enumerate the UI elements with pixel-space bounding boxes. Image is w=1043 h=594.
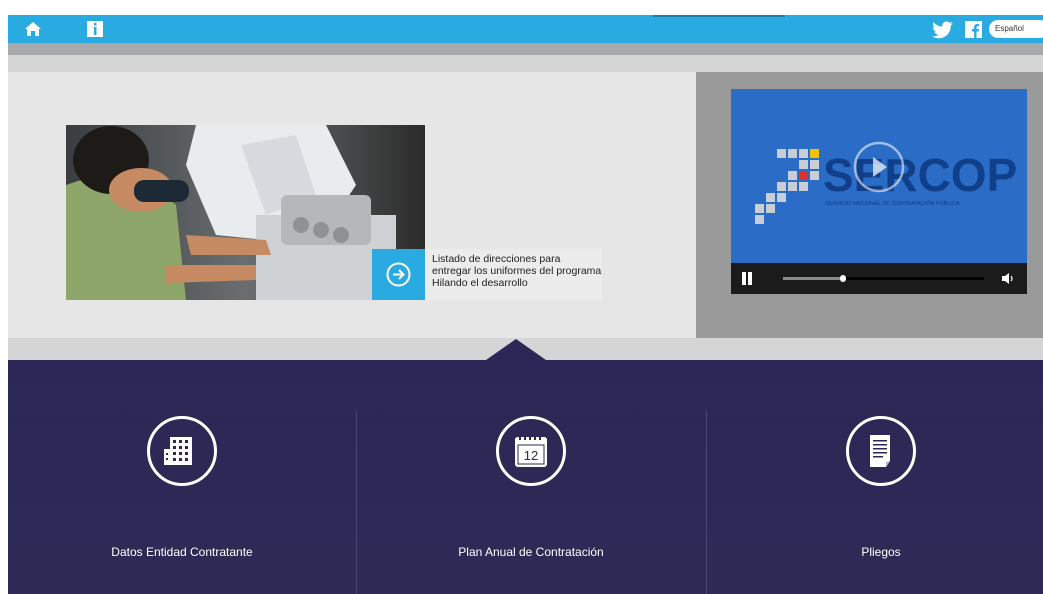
tile-label-pliegos: Pliegos — [861, 545, 901, 559]
language-select[interactable]: Español — [989, 20, 1043, 38]
volume-icon[interactable] — [1001, 272, 1015, 285]
next-arrow-button[interactable] — [372, 249, 425, 300]
tile-pliegos[interactable]: Pliegos — [707, 360, 1043, 594]
video-frame: SERCOP SERVICIO NACIONAL DE CONTRATACIÓN… — [731, 89, 1027, 263]
arrow-right-icon — [386, 262, 411, 287]
facebook-icon[interactable] — [965, 21, 982, 38]
hero-section: Listado de direcciones para entregar los… — [8, 72, 1043, 338]
gray-strip — [8, 43, 1043, 55]
document-icon — [870, 435, 890, 467]
tile-plan-anual[interactable]: 12 Plan Anual de Contratación — [357, 360, 705, 594]
sercop-brand: SERCOP — [823, 149, 1017, 201]
tile-label-plan-anual: Plan Anual de Contratación — [458, 545, 604, 559]
calendar-icon: 12 — [515, 435, 547, 467]
video-progress-bar[interactable] — [783, 275, 984, 282]
twitter-icon[interactable] — [932, 21, 954, 39]
top-bar-accent — [653, 15, 785, 17]
video-progress-knob[interactable] — [840, 275, 847, 282]
top-bar: Español — [8, 15, 1043, 43]
tile-datos-entidad[interactable]: Datos Entidad Contratante — [8, 360, 356, 594]
home-icon[interactable] — [24, 20, 42, 38]
info-icon[interactable] — [86, 20, 104, 38]
video-panel: SERCOP SERVICIO NACIONAL DE CONTRATACIÓN… — [696, 72, 1043, 338]
tile-icon-circle: 12 — [496, 416, 566, 486]
quick-links-panel: Datos Entidad Contratante 12 Plan Anual … — [8, 360, 1043, 594]
video-progress-fill — [783, 277, 844, 280]
page-frame: Español Listado de direcciones para entr… — [8, 15, 1043, 594]
pause-icon[interactable] — [741, 272, 753, 285]
tile-icon-circle — [846, 416, 916, 486]
tile-icon-circle — [147, 416, 217, 486]
tile-label-datos-entidad: Datos Entidad Contratante — [111, 545, 253, 559]
video-controls — [731, 263, 1027, 294]
calendar-day: 12 — [524, 448, 538, 463]
sercop-tagline: SERVICIO NACIONAL DE CONTRATACIÓN PÚBLIC… — [825, 200, 960, 207]
divider-pointer — [486, 339, 546, 360]
light-strip — [8, 55, 1043, 72]
building-icon — [164, 437, 192, 465]
video-player[interactable]: SERCOP SERVICIO NACIONAL DE CONTRATACIÓN… — [731, 89, 1027, 294]
hero-caption[interactable]: Listado de direcciones para entregar los… — [432, 253, 602, 289]
